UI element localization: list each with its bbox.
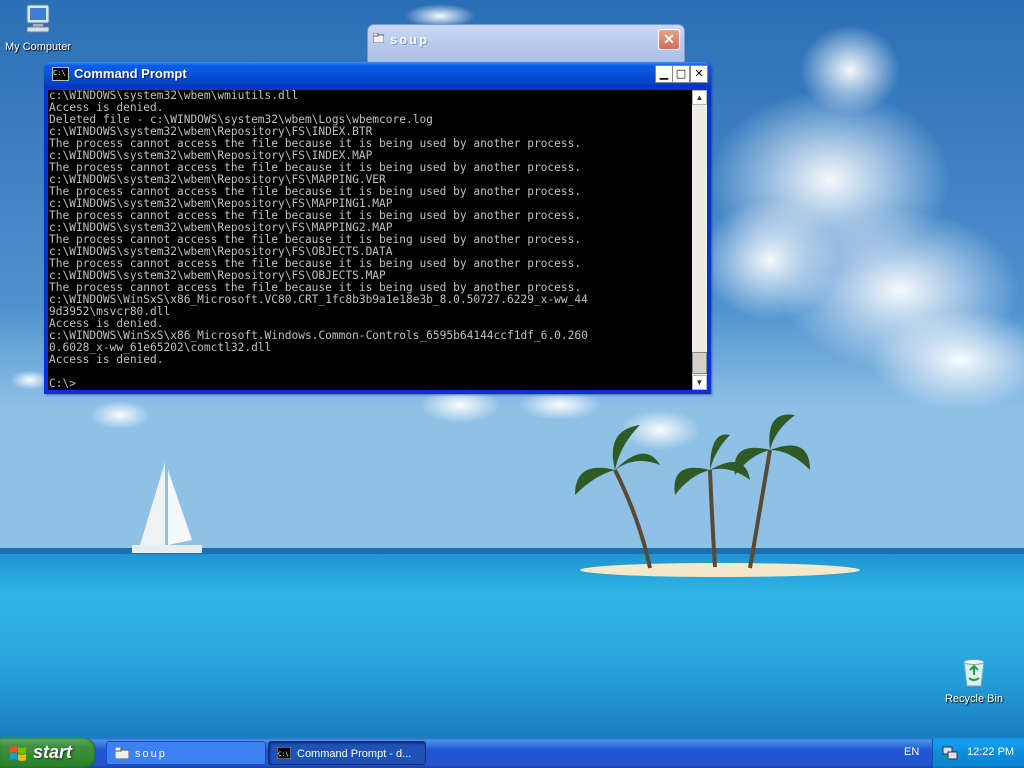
start-button[interactable]: start (0, 738, 96, 768)
language-indicator[interactable]: EN (904, 746, 919, 758)
soup-window-title: soup (390, 32, 430, 47)
scroll-down-button[interactable]: ▼ (692, 375, 707, 390)
console-line: Access is denied. (49, 353, 164, 366)
taskbar: start soup C:\ Command Prompt - d... EN … (0, 738, 1024, 768)
window-title: Command Prompt (74, 66, 187, 81)
close-button[interactable]: ✕ (690, 65, 708, 83)
command-prompt-icon: C:\ (277, 747, 291, 759)
taskbar-button-command-prompt[interactable]: C:\ Command Prompt - d... (268, 741, 426, 765)
vertical-scrollbar[interactable]: ▲ ▼ (692, 90, 707, 390)
arrow-down-icon: ▼ (695, 378, 704, 387)
network-icon[interactable] (942, 745, 958, 761)
close-button[interactable]: ✕ (658, 29, 680, 50)
taskbar-button-label: Command Prompt - d... (297, 748, 412, 760)
console-prompt[interactable]: C:\> (48, 378, 692, 390)
folder-icon (115, 747, 129, 759)
desktop-icon-recycle-bin[interactable]: Recycle Bin (934, 656, 1014, 705)
command-prompt-icon: C:\ (52, 67, 69, 81)
maximize-icon: □ (675, 67, 687, 80)
close-icon: ✕ (694, 67, 704, 80)
command-prompt-window[interactable]: C:\ Command Prompt ▁ □ ✕ c:\WINDOWS\syst… (44, 62, 711, 394)
desktop-icon-label: My Computer (4, 41, 72, 53)
console-output: c:\WINDOWS\system32\wbem\wmiutils.dll Acc… (48, 90, 692, 366)
clock[interactable]: 12:22 PM (967, 746, 1014, 758)
folder-icon (373, 33, 384, 43)
start-label: start (33, 742, 73, 762)
maximize-button[interactable]: □ (672, 65, 690, 83)
taskbar-button-label: soup (135, 748, 167, 760)
desktop-icon-my-computer[interactable]: My Computer (0, 2, 78, 53)
recycle-bin-icon (963, 659, 985, 687)
windows-logo-icon (10, 746, 26, 761)
desktop-icon-label: Recycle Bin (944, 693, 1004, 705)
arrow-up-icon: ▲ (695, 93, 704, 102)
close-icon: ✕ (663, 31, 675, 47)
system-tray: 12:22 PM (932, 738, 1024, 768)
taskbar-button-soup[interactable]: soup (106, 741, 266, 765)
svg-text:C:\: C:\ (278, 751, 289, 758)
minimize-icon: ▁ (659, 67, 669, 80)
computer-icon (26, 4, 50, 33)
scrollbar-thumb[interactable] (692, 352, 707, 374)
console-output-area[interactable]: c:\WINDOWS\system32\wbem\wmiutils.dll Acc… (48, 90, 692, 390)
window-titlebar[interactable]: C:\ Command Prompt ▁ □ ✕ (44, 62, 711, 86)
soup-window[interactable]: soup ✕ (367, 24, 685, 66)
scroll-up-button[interactable]: ▲ (692, 90, 707, 105)
minimize-button[interactable]: ▁ (655, 65, 673, 83)
